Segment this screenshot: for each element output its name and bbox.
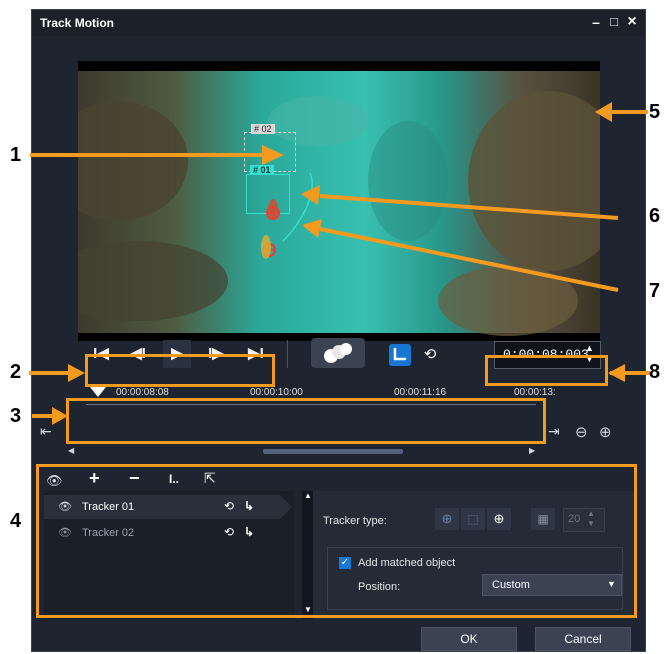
callout-number-2: 2 [10,361,22,383]
callout-number-5: 5 [649,101,661,123]
callout-number-4: 4 [10,510,22,532]
callout-number-1: 1 [10,144,22,166]
callout-number-6: 6 [649,205,661,227]
callout-number-7: 7 [649,280,661,302]
callout-number-3: 3 [10,405,22,427]
callout-arrows [29,102,650,425]
callout-number-8: 8 [649,361,661,383]
